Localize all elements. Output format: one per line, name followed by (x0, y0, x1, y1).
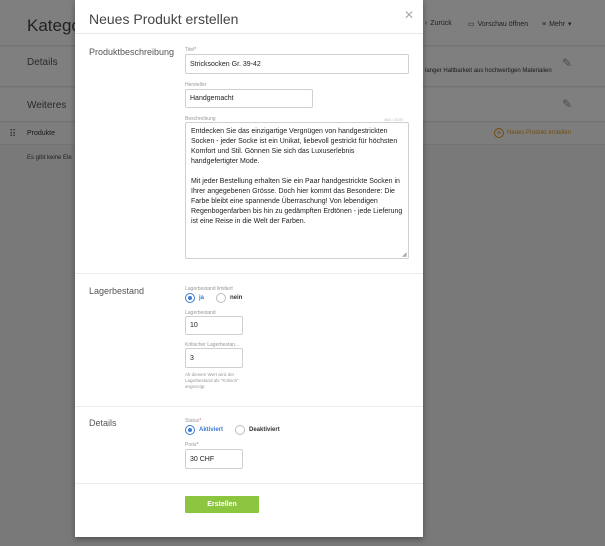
radio-no[interactable] (216, 293, 227, 303)
stock-limited-label: Lagerbestand limitiert (185, 286, 233, 292)
description-textarea[interactable]: Entdecken Sie das einzigartige Vergnügen… (185, 122, 409, 259)
description-section-label: Produktbeschreibung (89, 47, 175, 57)
maker-input[interactable]: Handgemacht (185, 89, 313, 108)
radio-no-label: nein (230, 295, 243, 301)
divider (75, 273, 423, 274)
radio-active-label: Aktiviert (199, 427, 224, 433)
divider (75, 406, 423, 407)
status-radio-group: Aktiviert Deaktiviert (185, 425, 288, 435)
divider (75, 483, 423, 484)
create-button[interactable]: Erstellen (185, 496, 259, 513)
radio-yes[interactable] (185, 293, 195, 303)
close-icon[interactable]: ✕ (404, 8, 414, 22)
radio-inactive-label: Deaktiviert (249, 427, 280, 433)
description-paragraph: Entdecken Sie das einzigartige Vergnügen… (191, 128, 398, 165)
critical-stock-input[interactable]: 3 (185, 348, 243, 368)
divider (75, 33, 423, 34)
description-paragraph: Mit jeder Bestellung erhalten Sie ein Pa… (191, 178, 403, 225)
title-input[interactable]: Stricksocken Gr. 39-42 (185, 54, 409, 74)
status-label: Status* (185, 418, 202, 424)
stock-input[interactable]: 10 (185, 316, 243, 335)
maker-label: Hersteller (185, 82, 207, 88)
radio-active[interactable] (185, 425, 195, 435)
price-input[interactable]: 30 CHF (185, 449, 243, 469)
resize-grip-icon[interactable]: ◢ (402, 251, 407, 258)
title-label: Titel* (185, 47, 197, 53)
dialog-title: Neues Produkt erstellen (89, 11, 239, 27)
stock-section-label: Lagerbestand (89, 286, 145, 296)
critical-stock-hint: Ab diesem Wert wird der Lagerbestand als… (185, 372, 239, 389)
radio-inactive[interactable] (235, 425, 246, 435)
radio-yes-label: ja (199, 295, 205, 301)
create-product-dialog: Neues Produkt erstellen ✕ Produktbeschre… (75, 0, 423, 537)
details-section-label: Details (89, 418, 117, 428)
price-label: Preis* (185, 442, 199, 448)
stock-limited-radio-group: ja nein (185, 293, 250, 303)
